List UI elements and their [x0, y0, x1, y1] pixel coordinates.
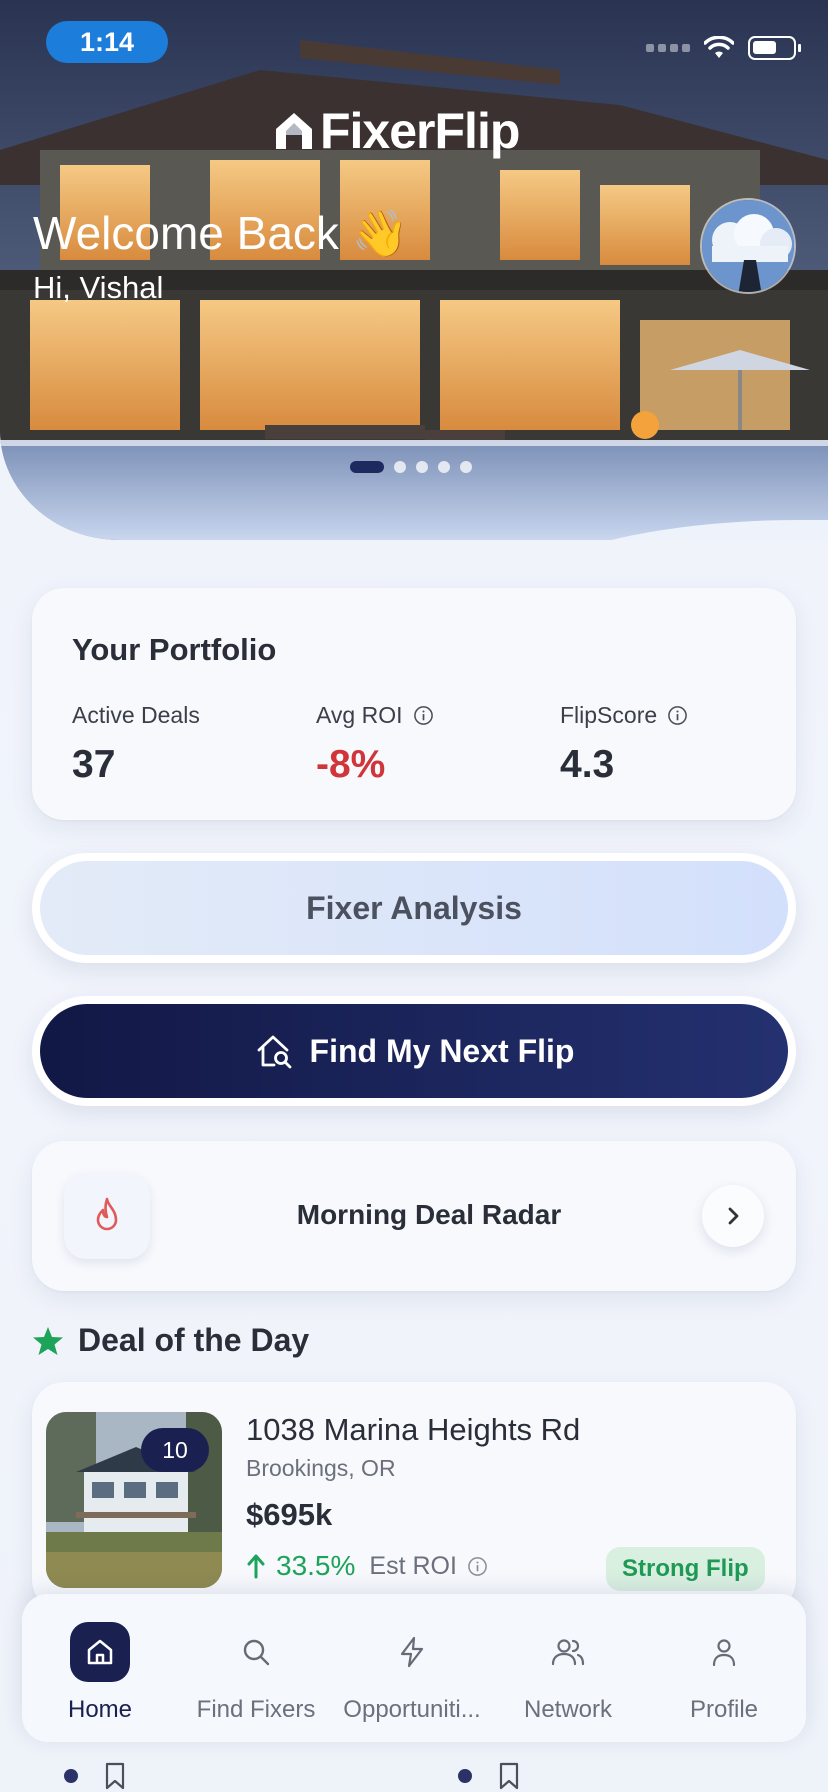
star-icon — [33, 1326, 63, 1355]
portfolio-title: Your Portfolio — [72, 632, 277, 667]
status-time: 1:14 — [46, 21, 168, 63]
carousel-dot[interactable] — [438, 461, 450, 473]
peek-row — [458, 1762, 520, 1790]
info-icon[interactable] — [413, 705, 434, 726]
chevron-right-icon — [728, 1207, 739, 1225]
roi-label: Est ROI — [369, 1551, 457, 1580]
carousel-dots — [350, 461, 472, 473]
stat-active-deals: Active Deals 37 — [72, 702, 200, 787]
carousel-dot[interactable] — [416, 461, 428, 473]
nav-find-fixers[interactable]: Find Fixers — [178, 1594, 334, 1742]
battery-icon — [748, 36, 801, 60]
deal-of-day-title: Deal of the Day — [78, 1322, 310, 1358]
stat-value: 4.3 — [560, 743, 615, 786]
bolt-icon — [400, 1636, 424, 1668]
bottom-nav: Home Find Fixers Opportuniti... Network … — [22, 1594, 806, 1742]
find-next-flip-label: Find My Next Flip — [309, 1032, 575, 1069]
portfolio-card: Your Portfolio Active Deals 37 Avg ROI -… — [32, 588, 796, 820]
stat-label: Avg ROI — [316, 702, 403, 728]
user-icon — [712, 1639, 736, 1667]
app-name: FixerFlip — [320, 103, 520, 159]
status-indicators — [646, 36, 801, 60]
home-icon — [87, 1639, 113, 1665]
arrow-up-icon — [247, 1554, 265, 1579]
strong-flip-badge: Strong Flip — [606, 1547, 765, 1591]
nav-home[interactable]: Home — [22, 1594, 178, 1742]
deal-roi: 33.5% Est ROI — [246, 1550, 488, 1582]
nav-label: Find Fixers — [196, 1696, 316, 1723]
avatar-image — [702, 200, 794, 292]
morning-deal-radar-card[interactable]: Morning Deal Radar — [32, 1141, 796, 1291]
stat-avg-roi: Avg ROI -8% — [316, 702, 434, 787]
nav-label: Network — [523, 1696, 613, 1723]
deal-city: Brookings, OR — [246, 1455, 396, 1481]
app-logo: FixerFlip — [272, 102, 520, 160]
find-next-flip-button[interactable]: Find My Next Flip — [32, 996, 796, 1106]
info-icon[interactable] — [467, 1556, 488, 1577]
nav-label: Profile — [689, 1696, 759, 1723]
status-dot — [64, 1769, 78, 1783]
chevron-right-button[interactable] — [702, 1185, 764, 1247]
nav-network[interactable]: Network — [490, 1594, 646, 1742]
stat-label: Active Deals — [72, 702, 200, 728]
nav-profile[interactable]: Profile — [646, 1594, 802, 1742]
stat-value: -8% — [316, 743, 386, 786]
bookmark-icon[interactable] — [498, 1762, 520, 1790]
search-icon — [243, 1639, 270, 1666]
carousel-dot[interactable] — [350, 461, 384, 473]
nav-label: Home — [67, 1696, 133, 1723]
deal-price: $695k — [246, 1497, 333, 1532]
carousel-dot[interactable] — [394, 461, 406, 473]
house-search-icon — [257, 1035, 291, 1069]
nav-label: Opportuniti... — [343, 1696, 481, 1723]
stat-value: 37 — [72, 743, 116, 786]
fixer-analysis-button[interactable]: Fixer Analysis — [32, 853, 796, 963]
logo-house-icon — [276, 113, 312, 149]
greeting-text: Hi, Vishal — [33, 270, 164, 305]
nav-opportunities[interactable]: Opportuniti... — [334, 1594, 490, 1742]
stat-label: FlipScore — [560, 702, 658, 728]
deal-address: 1038 Marina Heights Rd — [246, 1412, 581, 1447]
wifi-icon — [704, 36, 734, 58]
welcome-heading: Welcome Back 👋 — [33, 207, 409, 259]
info-icon[interactable] — [667, 705, 688, 726]
cellular-signal-icon — [646, 44, 690, 52]
status-dot — [458, 1769, 472, 1783]
carousel-dot[interactable] — [460, 461, 472, 473]
bookmark-icon[interactable] — [104, 1762, 126, 1790]
hero-banner: 1:14 FixerFlip Welcome Back 👋 Hi, Vishal — [0, 0, 828, 540]
avatar[interactable] — [700, 198, 796, 294]
deal-score-badge: 10 — [141, 1428, 209, 1472]
roi-value: 33.5% — [276, 1550, 356, 1581]
peek-row — [64, 1762, 126, 1790]
deal-of-day-header: Deal of the Day — [32, 1322, 309, 1359]
radar-title: Morning Deal Radar — [296, 1199, 562, 1230]
stat-flipscore: FlipScore 4.3 — [560, 702, 688, 787]
fixer-analysis-label: Fixer Analysis — [306, 889, 522, 926]
users-icon — [551, 1639, 585, 1666]
